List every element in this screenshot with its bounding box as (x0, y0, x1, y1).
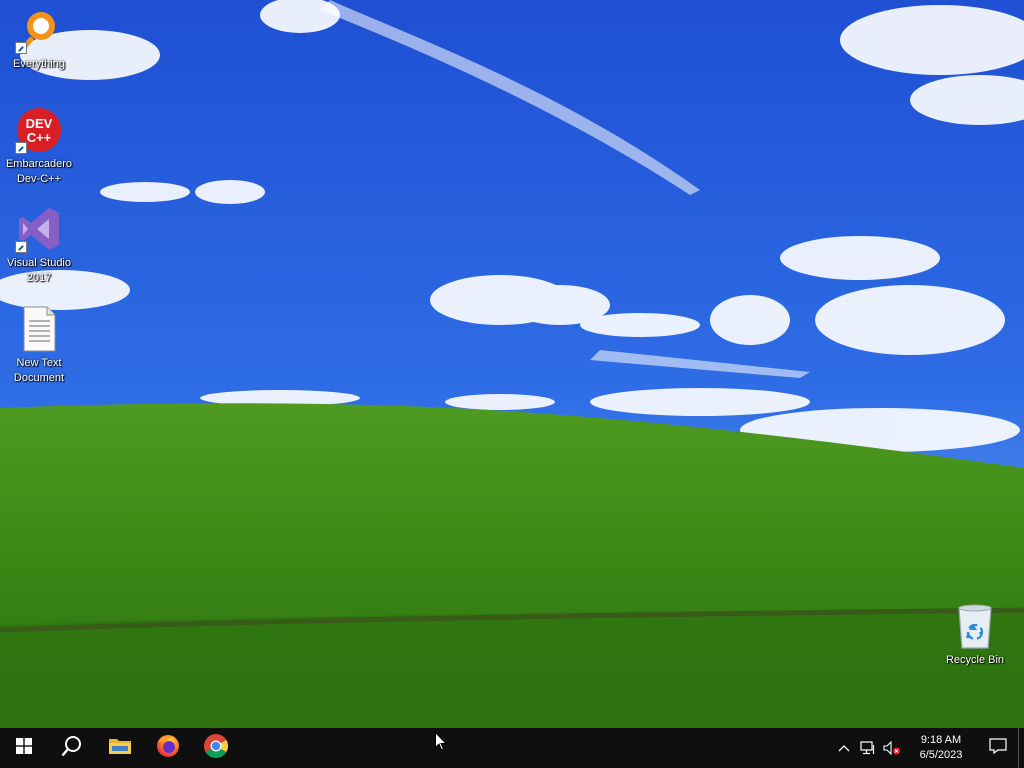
svg-text:C++: C++ (27, 130, 52, 145)
desktop-icon-devcpp[interactable]: DEV C++ Embarcadero Dev-C++ (1, 106, 77, 187)
search-icon (61, 735, 83, 761)
windows-logo-icon (16, 738, 32, 758)
desktop: Everything DEV C++ Embarcadero Dev-C++ V… (0, 0, 1024, 728)
devcpp-icon-text: DEV (26, 116, 53, 131)
wallpaper (0, 0, 1024, 728)
everything-icon (15, 6, 63, 54)
search-button[interactable] (48, 728, 96, 768)
file-explorer-button[interactable] (96, 728, 144, 768)
desktop-icon-label: Embarcadero Dev-C++ (5, 158, 73, 185)
desktop-icon-everything[interactable]: Everything (1, 6, 77, 72)
text-document-icon (15, 305, 63, 353)
notification-button[interactable] (978, 728, 1018, 768)
firefox-button[interactable] (144, 728, 192, 768)
system-tray: 9:18 AM 6/5/2023 (832, 728, 1024, 768)
desktop-icon-label: New Text Document (13, 357, 65, 384)
start-button[interactable] (0, 728, 48, 768)
volume-muted-icon[interactable] (880, 728, 904, 768)
devcpp-icon: DEV C++ (15, 106, 63, 154)
firefox-icon (155, 733, 181, 763)
desktop-icon-label: Everything (13, 58, 65, 70)
desktop-icon-visual-studio[interactable]: Visual Studio 2017 (1, 205, 77, 286)
notification-icon (989, 738, 1007, 758)
clock-time: 9:18 AM (920, 734, 962, 746)
taskbar: 9:18 AM 6/5/2023 (0, 728, 1024, 768)
visual-studio-icon (15, 205, 63, 253)
clock-date: 6/5/2023 (919, 749, 963, 761)
chrome-icon (203, 733, 229, 763)
chrome-button[interactable] (192, 728, 240, 768)
folder-icon (108, 736, 132, 760)
desktop-icon-recycle-bin[interactable]: Recycle Bin (937, 602, 1013, 668)
desktop-icon-label: Visual Studio 2017 (6, 257, 71, 284)
desktop-icon-new-text-document[interactable]: New Text Document (1, 305, 77, 386)
show-desktop-button[interactable] (1018, 728, 1024, 768)
recycle-bin-icon (951, 602, 999, 650)
desktop-icon-label: Recycle Bin (945, 654, 1005, 666)
mouse-cursor-icon (435, 731, 448, 755)
chevron-up-icon[interactable] (832, 728, 856, 768)
clock[interactable]: 9:18 AM 6/5/2023 (904, 728, 978, 768)
network-icon[interactable] (856, 728, 880, 768)
